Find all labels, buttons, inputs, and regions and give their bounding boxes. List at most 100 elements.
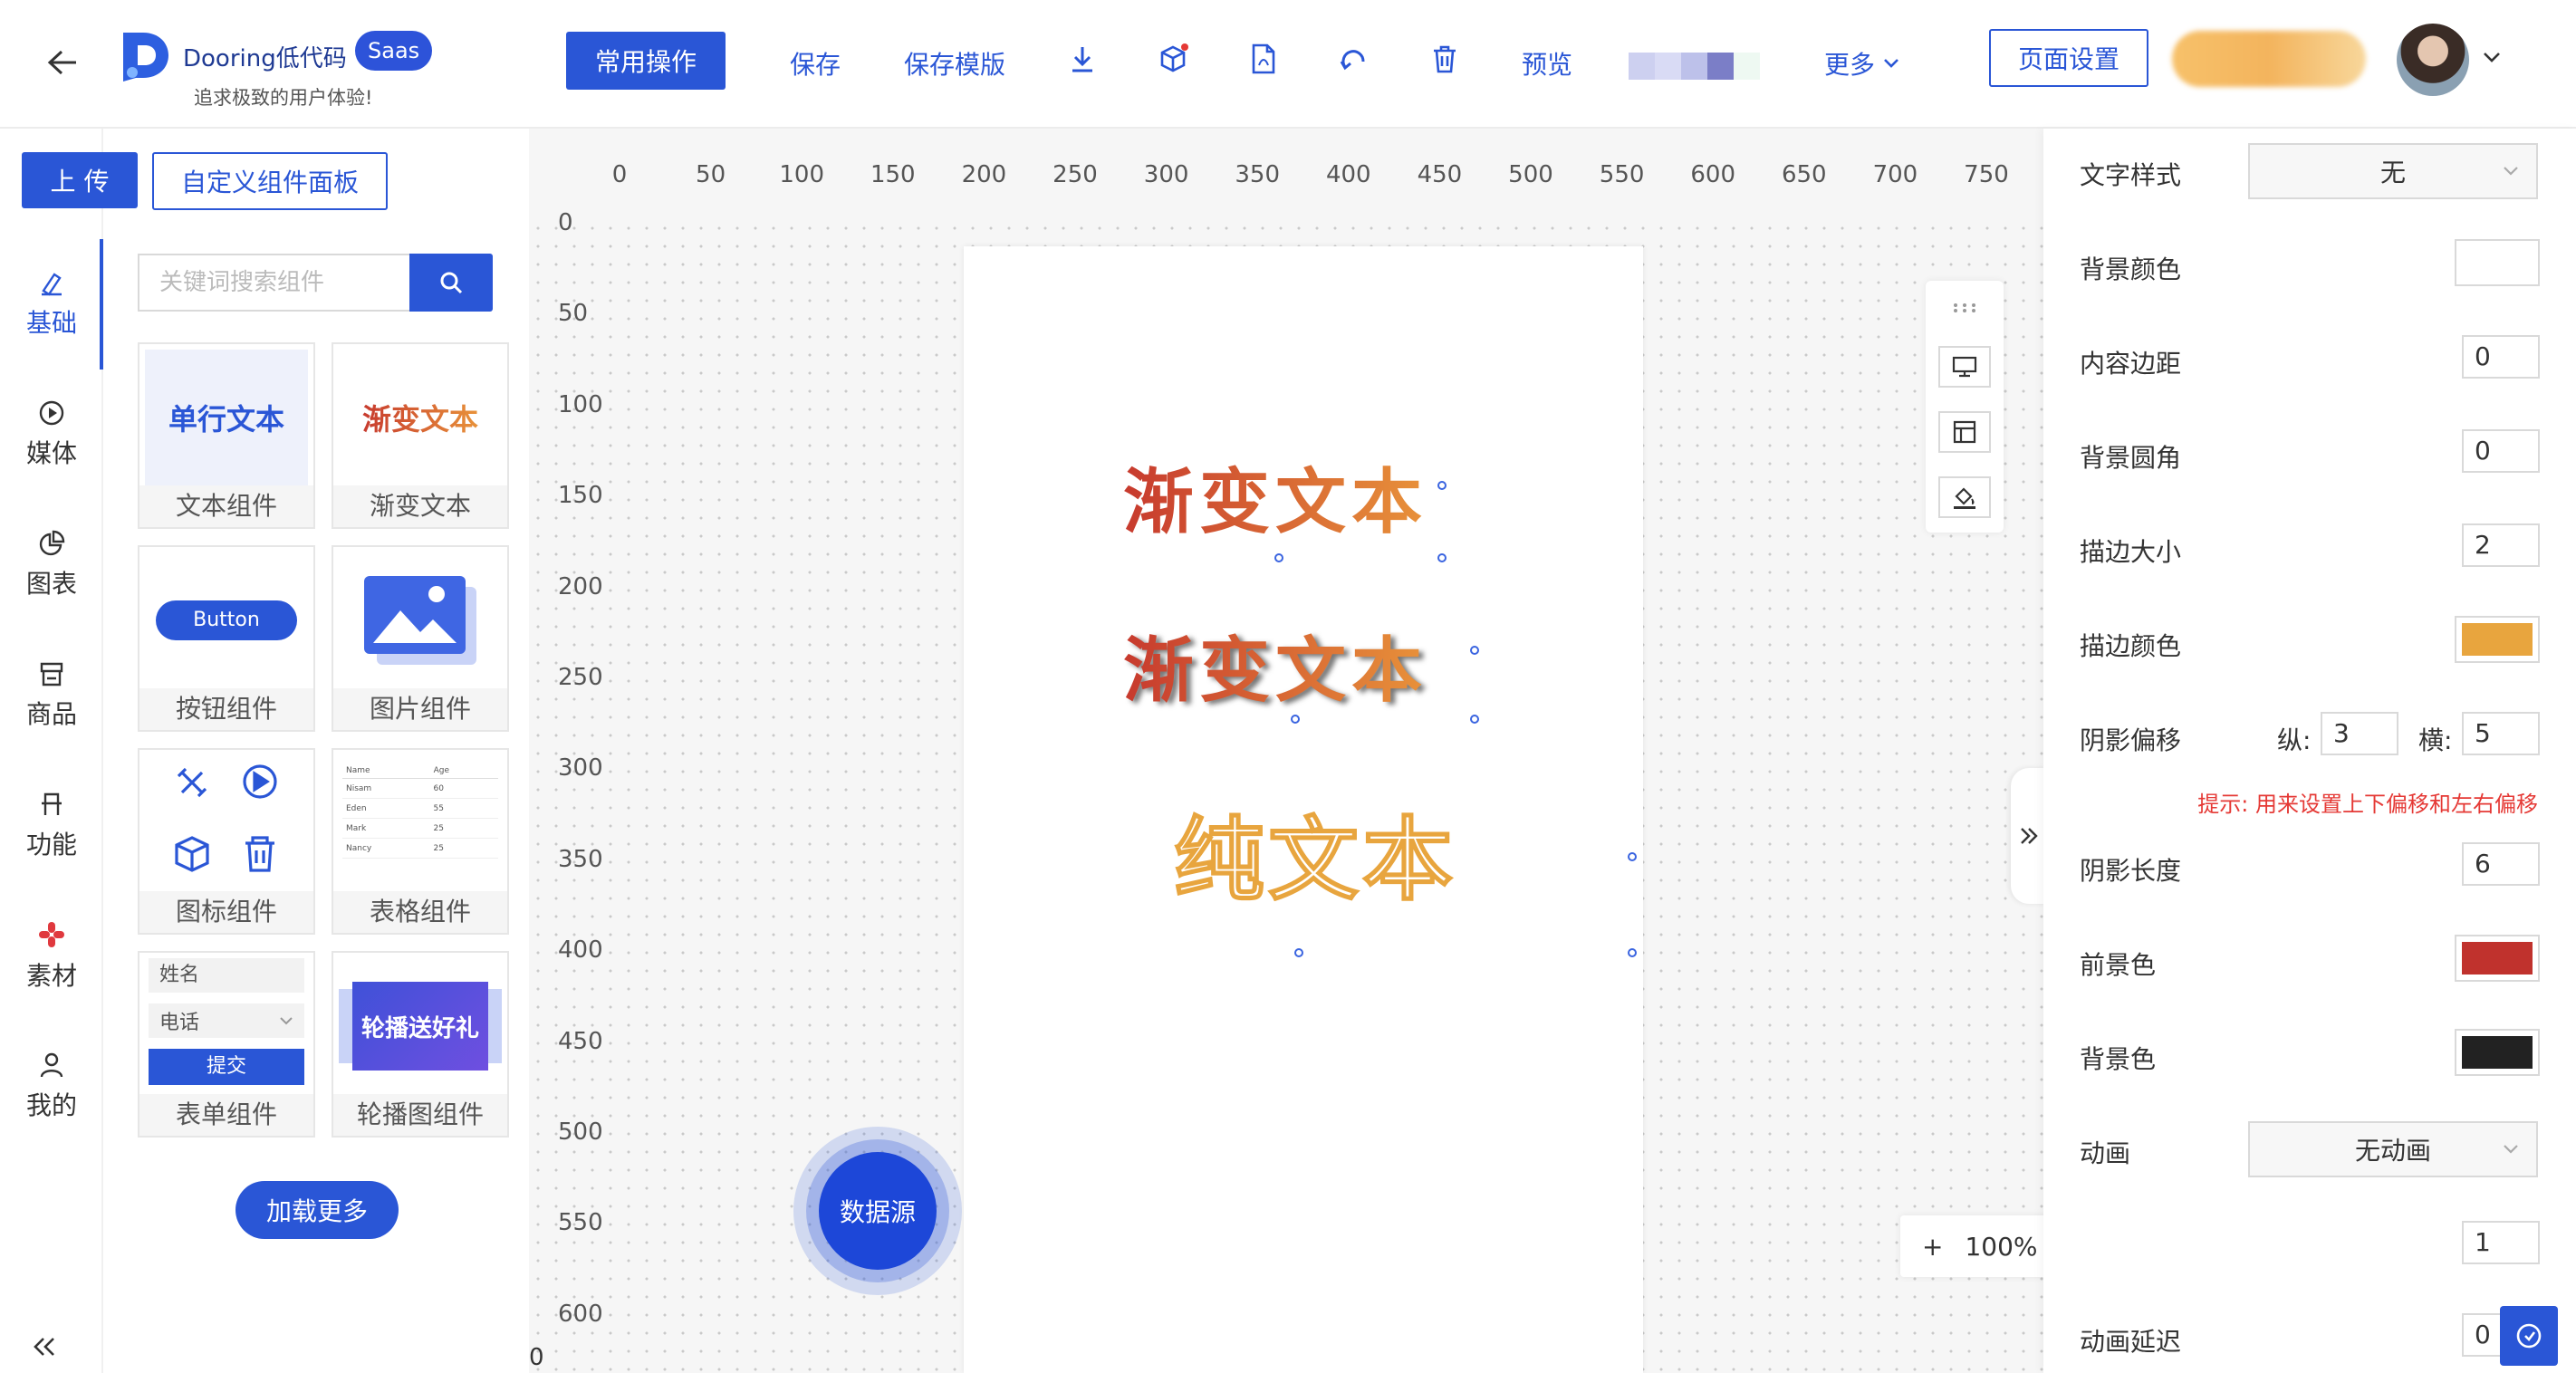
- shop-icon: [38, 660, 65, 687]
- resize-handle[interactable]: [1628, 948, 1637, 957]
- shadow-v-label: 纵:: [2277, 725, 2312, 755]
- component-card-button[interactable]: Button 按钮组件: [138, 545, 315, 732]
- search-button[interactable]: [409, 254, 493, 312]
- ruler-tick-y: 600: [558, 1300, 603, 1328]
- brand-name: Dooring低代码: [183, 45, 347, 72]
- collapse-right-panel-button[interactable]: [2011, 768, 2047, 904]
- text-style-value: 无: [2379, 158, 2406, 187]
- more-menu[interactable]: 更多: [1824, 45, 1900, 82]
- resize-handle[interactable]: [1628, 852, 1637, 861]
- component-label: 表单组件: [139, 1094, 313, 1136]
- ruler-tick-y: 200: [558, 572, 603, 600]
- resize-handle[interactable]: [1470, 715, 1479, 724]
- nav-item-mine[interactable]: 我的: [0, 1032, 103, 1141]
- ruler-tick-x: 150: [870, 161, 916, 188]
- shadow-bg-color-picker[interactable]: [2455, 1029, 2540, 1076]
- shadow-h-input[interactable]: 5: [2462, 712, 2540, 755]
- ruler-tick-y: 250: [558, 664, 603, 691]
- bg-color-label: 背景颜色: [2080, 254, 2182, 284]
- nav-item-material[interactable]: 素材: [0, 902, 103, 1011]
- datasource-button[interactable]: 数据源: [819, 1152, 937, 1270]
- desktop-icon[interactable]: [1938, 346, 1991, 388]
- shadow-bg-color-label: 背景色: [2080, 1044, 2157, 1074]
- resize-handle[interactable]: [1437, 553, 1447, 562]
- animation-count-input[interactable]: 1: [2462, 1221, 2540, 1264]
- shadow-h-label: 横:: [2418, 725, 2453, 755]
- table-header: Name: [346, 765, 370, 775]
- pdf-file-icon[interactable]: [1250, 43, 1277, 74]
- play-circle-icon: [38, 399, 65, 427]
- material-icon: [37, 920, 66, 949]
- resize-handle[interactable]: [1470, 646, 1479, 655]
- padding-input[interactable]: 0: [2462, 335, 2540, 379]
- shadow-length-input[interactable]: 6: [2462, 842, 2540, 886]
- gradient-text-1[interactable]: 渐变文本: [1123, 446, 1427, 547]
- preview-button[interactable]: 预览: [1522, 45, 1572, 82]
- nav-item-function[interactable]: 功能: [0, 772, 103, 880]
- back-arrow-icon[interactable]: [47, 49, 78, 76]
- resize-handle[interactable]: [1291, 715, 1300, 724]
- stroke-color-picker[interactable]: [2455, 616, 2540, 663]
- thumb-button: Button: [156, 600, 297, 640]
- common-actions-button[interactable]: 常用操作: [566, 32, 726, 90]
- radius-label: 背景圆角: [2080, 443, 2182, 473]
- upload-button[interactable]: 上 传: [22, 152, 138, 208]
- delete-icon[interactable]: [1431, 43, 1458, 74]
- custom-panel-button[interactable]: 自定义组件面板: [152, 152, 388, 210]
- bg-color-swatch: [2462, 246, 2533, 279]
- animation-value: 无动画: [2354, 1136, 2431, 1166]
- ruler-tick-x: 200: [961, 161, 1007, 188]
- editor-canvas[interactable]: 0 50 100 150 200 250 300 350 400 450 500 550 600 650 7…: [529, 129, 2208, 1373]
- undo-icon[interactable]: [1339, 43, 1370, 74]
- text-style-select[interactable]: 无: [2248, 143, 2538, 199]
- component-label: 按钮组件: [139, 688, 313, 730]
- component-card-icon[interactable]: 图标组件: [138, 748, 315, 935]
- collapse-sidebar-icon[interactable]: [31, 1335, 58, 1359]
- theme-color-strip[interactable]: [1629, 53, 1760, 80]
- animation-select[interactable]: 无动画: [2248, 1121, 2538, 1177]
- zoom-in-button[interactable]: +: [1922, 1232, 1943, 1262]
- nav-item-basic[interactable]: 基础: [0, 250, 103, 359]
- cube-icon[interactable]: [1159, 43, 1190, 74]
- resize-handle[interactable]: [1437, 481, 1447, 490]
- nav-item-media[interactable]: 媒体: [0, 380, 103, 489]
- component-card-gradient-text[interactable]: 渐变文本 渐变文本: [332, 342, 509, 529]
- save-template-button[interactable]: 保存模版: [904, 45, 1005, 82]
- table-cell: 25: [433, 843, 444, 853]
- component-label: 图片组件: [333, 688, 507, 730]
- bg-color-picker[interactable]: [2455, 239, 2540, 286]
- phone-page[interactable]: 渐变文本 渐变文本 纯文本: [964, 246, 1643, 1373]
- component-card-carousel[interactable]: 轮播送好礼 轮播图组件: [332, 951, 509, 1138]
- resize-handle[interactable]: [1274, 553, 1283, 562]
- avatar[interactable]: [2397, 24, 2469, 96]
- fg-color-picker[interactable]: [2455, 935, 2540, 982]
- load-more-button[interactable]: 加载更多: [235, 1181, 399, 1239]
- nav-item-chart[interactable]: 图表: [0, 511, 103, 619]
- ruler-tick-x: 300: [1143, 161, 1189, 188]
- paint-bucket-icon[interactable]: [1938, 476, 1991, 518]
- resize-handle[interactable]: [1294, 948, 1303, 957]
- avatar-chevron-down-icon[interactable]: [2482, 51, 2502, 63]
- table-cell: Nisam: [346, 783, 372, 793]
- search-input[interactable]: 关键词搜索组件: [138, 254, 409, 312]
- component-card-table[interactable]: Name Age Nisam 60 Eden 55 Mark 25 Nancy 25 表格…: [332, 748, 509, 935]
- component-card-image[interactable]: 图片组件: [332, 545, 509, 732]
- ruler-tick-y: 450: [558, 1027, 603, 1055]
- download-icon[interactable]: [1069, 43, 1096, 74]
- component-card-form[interactable]: 姓名 电话 提交 表单组件: [138, 951, 315, 1138]
- plain-text[interactable]: 纯文本: [1173, 786, 1456, 917]
- nav-item-goods[interactable]: 商品: [0, 641, 103, 750]
- radius-input[interactable]: 0: [2462, 429, 2540, 473]
- drag-handle-icon[interactable]: [1953, 302, 1976, 313]
- layout-icon[interactable]: [1938, 411, 1991, 453]
- stroke-size-input[interactable]: 2: [2462, 523, 2540, 567]
- help-float-button[interactable]: [2500, 1306, 2558, 1366]
- component-card-text[interactable]: 单行文本 文本组件: [138, 342, 315, 529]
- page-settings-button[interactable]: 页面设置: [1989, 29, 2148, 87]
- shadow-v-input[interactable]: 3: [2321, 712, 2398, 755]
- nav-label: 图表: [25, 569, 77, 599]
- pen-icon: [38, 269, 65, 296]
- ruler-tick-x: 650: [1781, 161, 1827, 188]
- gradient-text-2[interactable]: 渐变文本: [1123, 614, 1427, 715]
- save-button[interactable]: 保存: [790, 45, 841, 82]
